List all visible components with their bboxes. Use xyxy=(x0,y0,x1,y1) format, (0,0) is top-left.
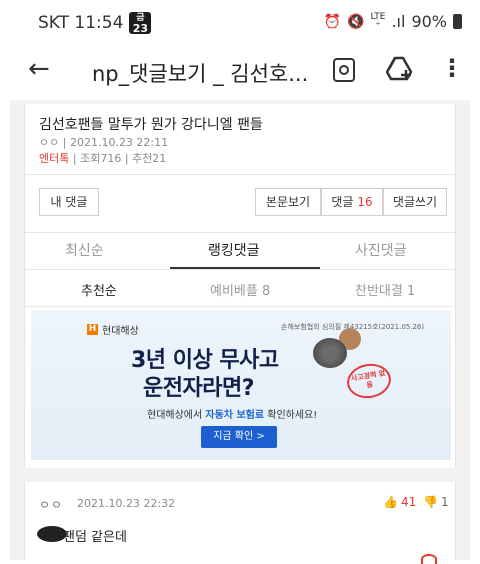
dislike-count: 1 xyxy=(440,495,449,509)
back-arrow-icon[interactable]: ← xyxy=(28,54,50,84)
mute-icon: 🔇 xyxy=(347,13,365,30)
comment-datetime: 2021.10.23 22:32 xyxy=(77,497,176,510)
thumbs-up-icon: 👍 xyxy=(383,495,398,509)
tab-latest[interactable]: 최신순 xyxy=(65,240,104,260)
write-comment-button[interactable]: 댓글쓰기 xyxy=(383,188,447,216)
app-bar: ← np_댓글보기 _ 김선호... ⋮ xyxy=(0,44,480,96)
view-body-button[interactable]: 본문보기 xyxy=(255,188,321,216)
subtab-prebest[interactable]: 예비베플 8 xyxy=(210,280,270,299)
comments-count: 16 xyxy=(357,195,373,209)
post-stats: 엔터톡 | 조회716 | 추천21 xyxy=(39,150,166,166)
status-bar-right: ⏰ 🔇 LTE ⁺ .ıl 90% xyxy=(324,12,462,31)
divider xyxy=(25,174,457,175)
brand-mark-icon: H xyxy=(87,324,98,335)
lte-icon: LTE ⁺ xyxy=(370,12,385,31)
ad-brand: 현대해상 xyxy=(102,326,139,337)
post-meta: ㅇㅇ | 2021.10.23 22:11 xyxy=(39,134,168,150)
comment-text: 팬덤 같은데 xyxy=(63,530,127,545)
dislike-button[interactable]: 👎 1 xyxy=(423,495,449,509)
reply-icon[interactable] xyxy=(421,554,437,564)
ad-sub-highlight: 자동차 보험료 xyxy=(205,410,265,421)
post-category[interactable]: 엔터톡 xyxy=(39,152,69,165)
ad-headline-2: 운전자라면? xyxy=(143,376,254,401)
my-comments-button[interactable]: 내 댓글 xyxy=(39,188,99,216)
post-card: 김선호팬들 말투가 뭔가 강다니엘 팬들 ㅇㅇ | 2021.10.23 22:… xyxy=(24,104,457,468)
meta-divider: | xyxy=(62,136,70,149)
stamp-mark: 사고경력 없음 xyxy=(344,360,394,402)
divider xyxy=(25,306,457,307)
carrier-time: SKT 11:54 xyxy=(38,13,124,33)
post-datetime: 2021.10.23 22:11 xyxy=(69,136,169,149)
ad-cta-button[interactable]: 지금 확인 > xyxy=(201,426,277,448)
tab-ranking[interactable]: 랭킹댓글 xyxy=(208,240,260,260)
status-bar-left: SKT 11:54 금 23 xyxy=(38,12,152,35)
drive-add-svg xyxy=(385,56,413,81)
comment-item: ㅇㅇ 2021.10.23 22:32 👍 41 👎 1 팬덤 같은데 xyxy=(24,482,456,564)
post-author: ㅇㅇ xyxy=(39,136,60,149)
calendar-badge-icon: 금 23 xyxy=(129,12,152,35)
more-vert-icon[interactable]: ⋮ xyxy=(440,54,464,82)
comments-button[interactable]: 댓글 16 xyxy=(321,188,383,216)
stamp-icon xyxy=(313,338,347,368)
post-recommends: 추천21 xyxy=(132,152,167,165)
signal-icon: .ıl xyxy=(391,12,406,31)
status-bar: SKT 11:54 금 23 ⏰ 🔇 LTE ⁺ .ıl 90% xyxy=(0,0,480,44)
ad-banner[interactable]: H 현대해상 손해보험협회 심의필 제43215호(2021.05.26) 3년… xyxy=(31,310,451,460)
ad-sub-prefix: 현대해상에서 xyxy=(147,410,206,421)
meta-divider: | xyxy=(124,152,133,165)
divider xyxy=(25,232,457,233)
ad-sub-suffix: 확인하세요! xyxy=(264,410,318,421)
post-title[interactable]: 김선호팬들 말투가 뭔가 강다니엘 팬들 xyxy=(39,114,263,134)
meta-divider: | xyxy=(72,152,81,165)
thumbs-down-icon: 👎 xyxy=(423,495,438,509)
post-views: 조회716 xyxy=(80,152,122,165)
battery-level: 90% xyxy=(411,12,447,31)
drive-add-icon[interactable] xyxy=(385,56,414,86)
like-button[interactable]: 👍 41 xyxy=(383,495,416,509)
battery-icon xyxy=(453,14,462,29)
divider xyxy=(25,269,457,270)
search-lens xyxy=(339,65,349,75)
comments-label: 댓글 xyxy=(331,195,354,209)
lte-sub: ⁺ xyxy=(375,20,381,31)
search-page-icon[interactable] xyxy=(333,58,355,82)
ad-subtext: 현대해상에서 자동차 보험료 확인하세요! xyxy=(147,406,317,421)
section-gap xyxy=(24,468,456,482)
subtab-debate[interactable]: 찬반대결 1 xyxy=(355,280,415,299)
ad-logo: H 현대해상 xyxy=(87,322,139,337)
comment-author: ㅇㅇ xyxy=(39,498,64,512)
tab-photo[interactable]: 사진댓글 xyxy=(355,240,407,260)
subtab-recommend[interactable]: 추천순 xyxy=(81,280,117,299)
like-count: 41 xyxy=(400,495,417,509)
calendar-badge-number: 23 xyxy=(132,22,149,35)
alarm-icon: ⏰ xyxy=(323,13,342,30)
page-title: np_댓글보기 _ 김선호... xyxy=(92,62,309,86)
